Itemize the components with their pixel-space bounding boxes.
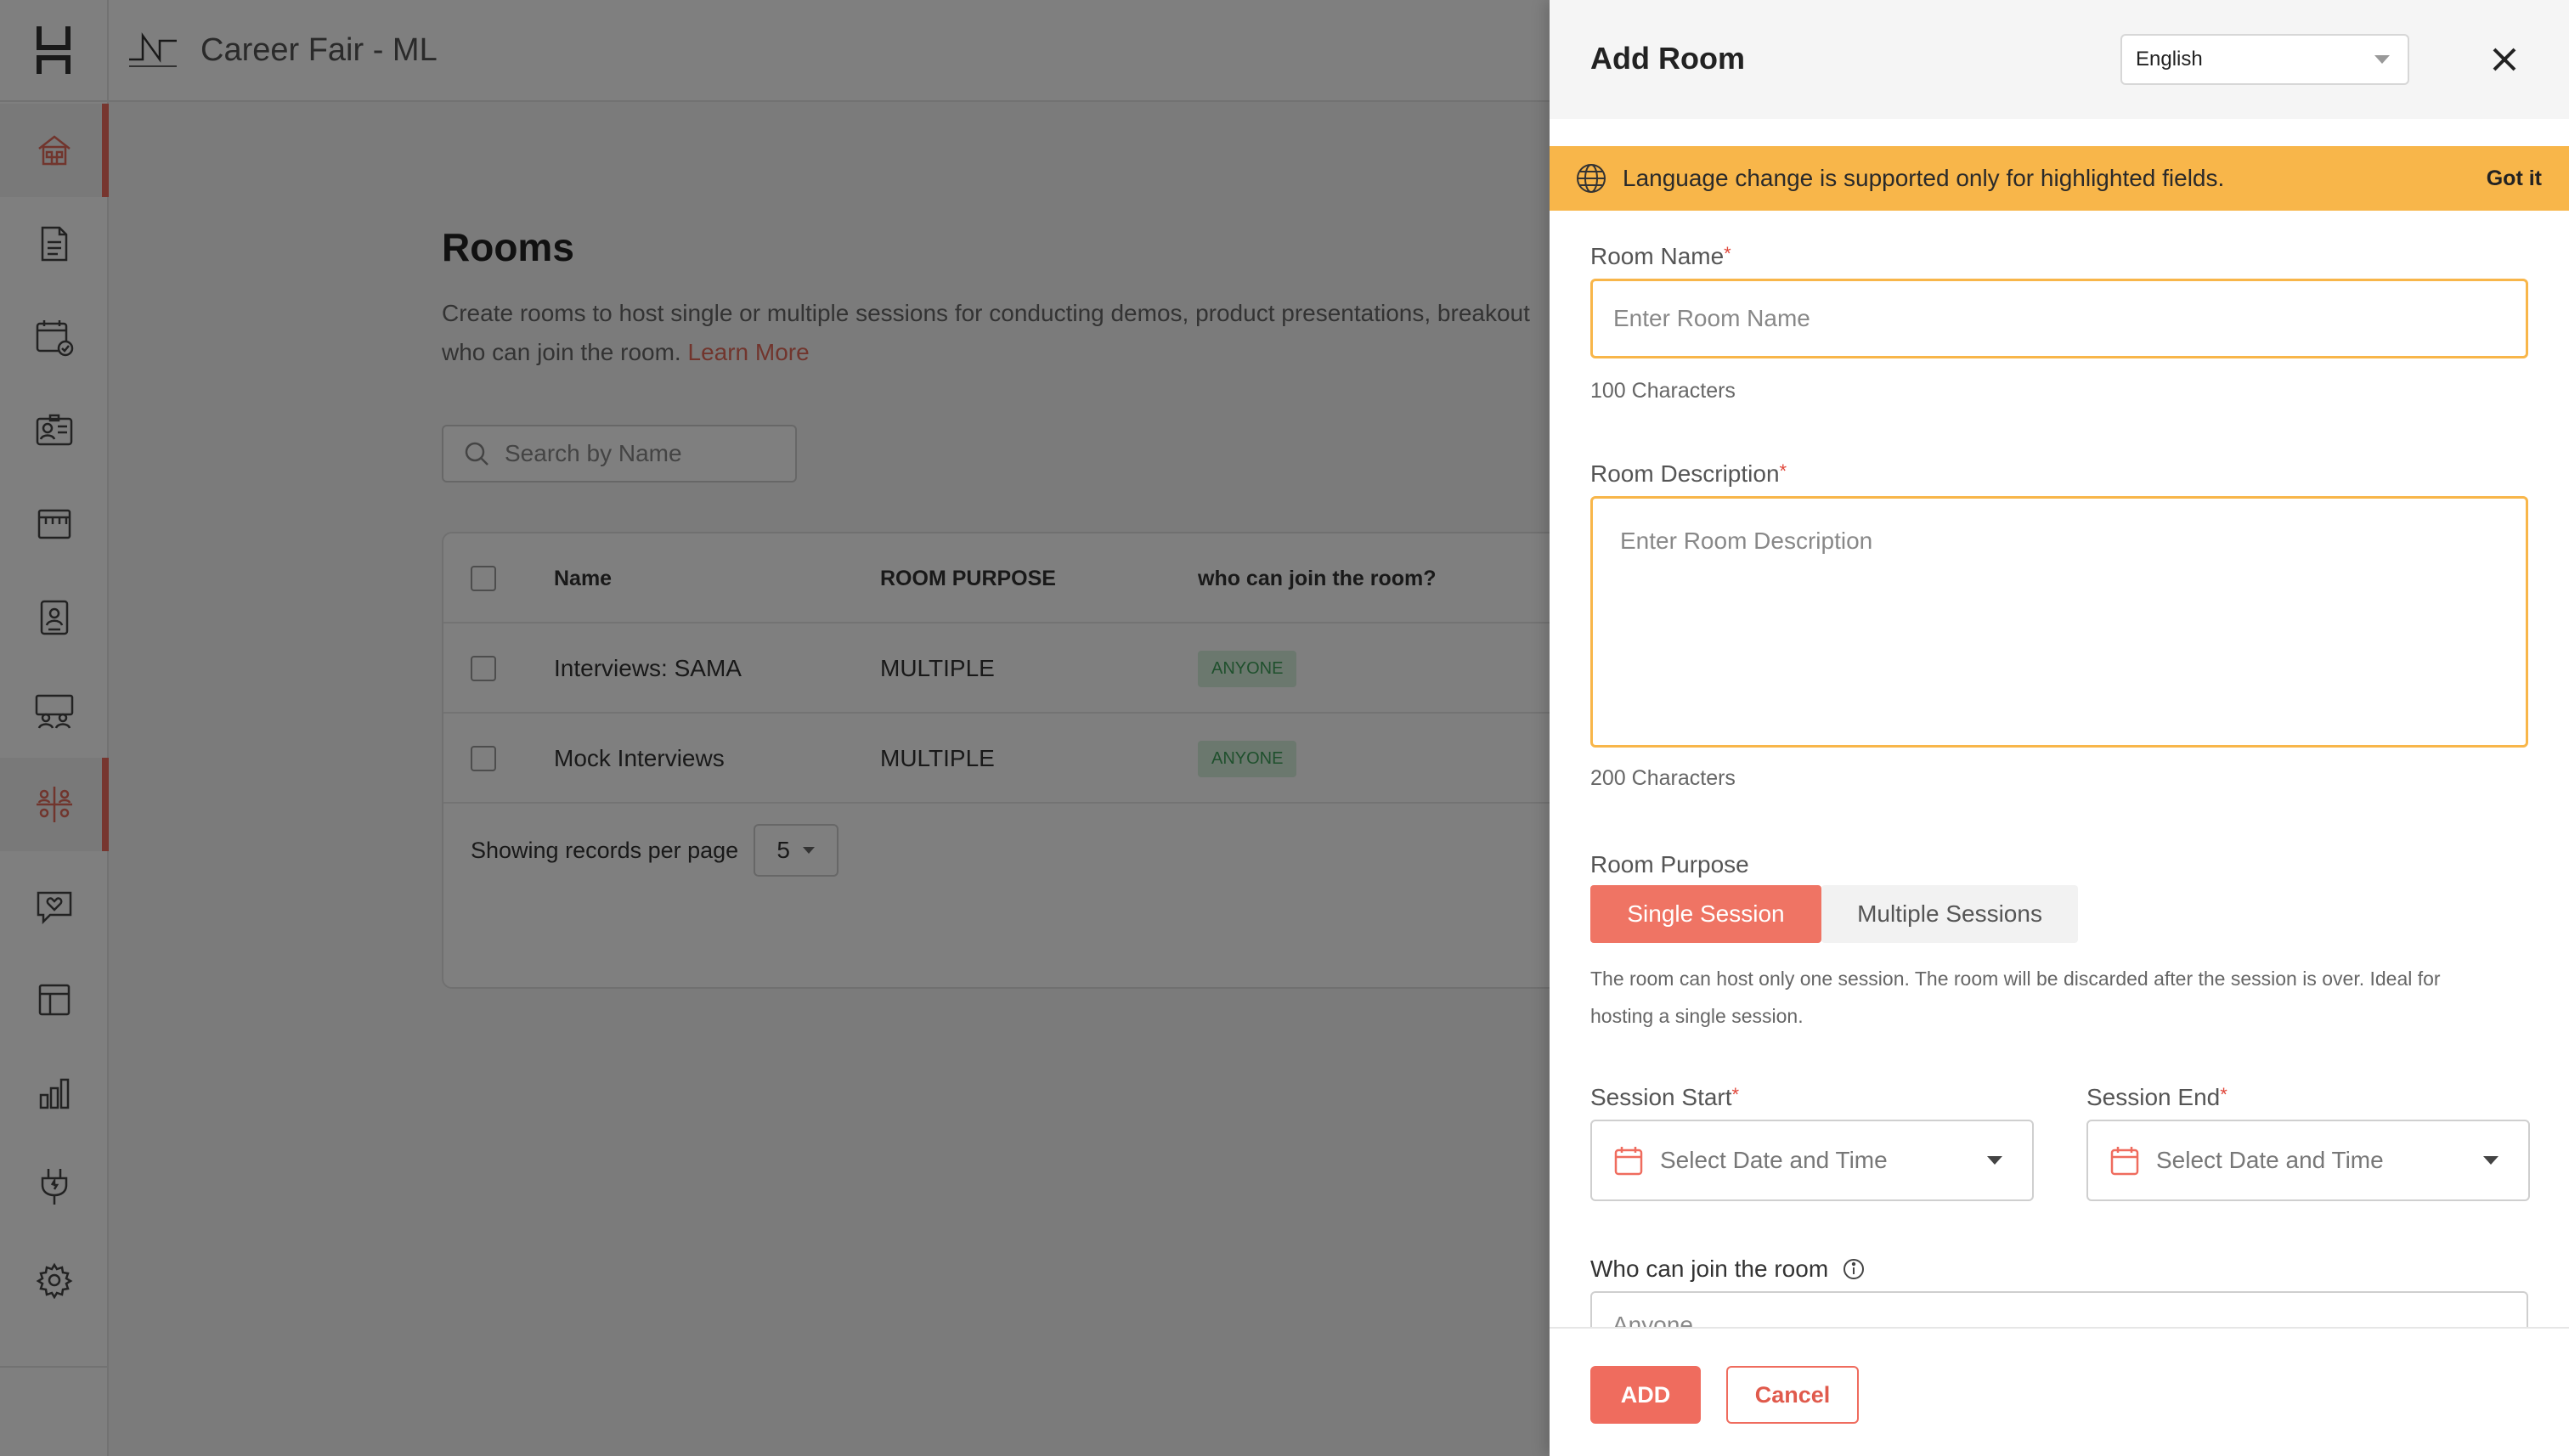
language-select[interactable]: English — [2120, 34, 2409, 85]
add-button[interactable]: ADD — [1590, 1366, 1701, 1424]
room-name-label: Room Name* — [1590, 243, 1731, 270]
session-start-picker[interactable]: Select Date and Time — [1590, 1120, 2034, 1201]
add-room-drawer: Add Room English Language change is supp… — [1550, 0, 2569, 1456]
required-marker: * — [1779, 460, 1787, 482]
session-end-picker[interactable]: Select Date and Time — [2086, 1120, 2530, 1201]
chevron-down-icon — [2374, 55, 2390, 64]
chevron-down-icon — [1987, 1156, 2002, 1165]
room-name-placeholder: Enter Room Name — [1613, 305, 1810, 331]
room-name-label-text: Room Name — [1590, 243, 1725, 269]
session-start-placeholder: Select Date and Time — [1660, 1147, 1888, 1173]
session-end-label: Session End* — [2086, 1084, 2227, 1111]
session-end-placeholder: Select Date and Time — [2156, 1147, 2384, 1173]
calendar-icon — [2110, 1147, 2139, 1176]
room-description-label: Room Description* — [1590, 460, 1787, 488]
required-marker: * — [1724, 243, 1731, 264]
room-description-placeholder: Enter Room Description — [1620, 528, 1873, 554]
close-button[interactable] — [2484, 39, 2525, 80]
chevron-down-icon — [2483, 1156, 2498, 1165]
close-icon — [2493, 48, 2516, 71]
modal-backdrop[interactable] — [0, 0, 1550, 1456]
session-end-label-text: Session End — [2086, 1084, 2221, 1110]
session-start-label-text: Session Start — [1590, 1084, 1732, 1110]
room-purpose-help-line2: hosting a single session. — [1590, 1005, 1804, 1027]
language-banner: Language change is supported only for hi… — [1550, 146, 2569, 211]
multiple-sessions-toggle[interactable]: Multiple Sessions — [1821, 885, 2078, 943]
banner-text: Language change is supported only for hi… — [1623, 165, 2225, 191]
required-marker: * — [1731, 1084, 1740, 1105]
drawer-title: Add Room — [1590, 41, 1745, 76]
who-can-join-select[interactable]: Anyone — [1590, 1291, 2528, 1332]
room-purpose-label: Room Purpose — [1590, 851, 1749, 878]
drawer-header: Add Room English — [1550, 0, 2569, 119]
cancel-button[interactable]: Cancel — [1726, 1366, 1859, 1424]
room-description-textarea[interactable]: Enter Room Description — [1590, 496, 2528, 748]
room-name-input[interactable]: Enter Room Name — [1590, 279, 2528, 358]
drawer-footer: ADD Cancel — [1550, 1327, 2569, 1456]
required-marker: * — [2220, 1084, 2227, 1105]
info-icon[interactable] — [1842, 1257, 1866, 1281]
who-can-join-label: Who can join the room — [1590, 1256, 1866, 1283]
got-it-button[interactable]: Got it — [2487, 166, 2542, 191]
who-can-join-label-text: Who can join the room — [1590, 1256, 1829, 1282]
single-session-toggle[interactable]: Single Session — [1590, 885, 1821, 943]
room-description-char-limit: 200 Characters — [1590, 766, 1736, 790]
room-description-label-text: Room Description — [1590, 460, 1780, 487]
room-name-char-limit: 100 Characters — [1590, 379, 1736, 403]
globe-icon — [1577, 164, 1606, 193]
language-value: English — [2136, 48, 2203, 71]
room-purpose-help: The room can host only one session. The … — [1590, 960, 2533, 1035]
calendar-icon — [1614, 1147, 1643, 1176]
session-start-label: Session Start* — [1590, 1084, 1739, 1111]
room-purpose-help-line1: The room can host only one session. The … — [1590, 968, 2441, 990]
